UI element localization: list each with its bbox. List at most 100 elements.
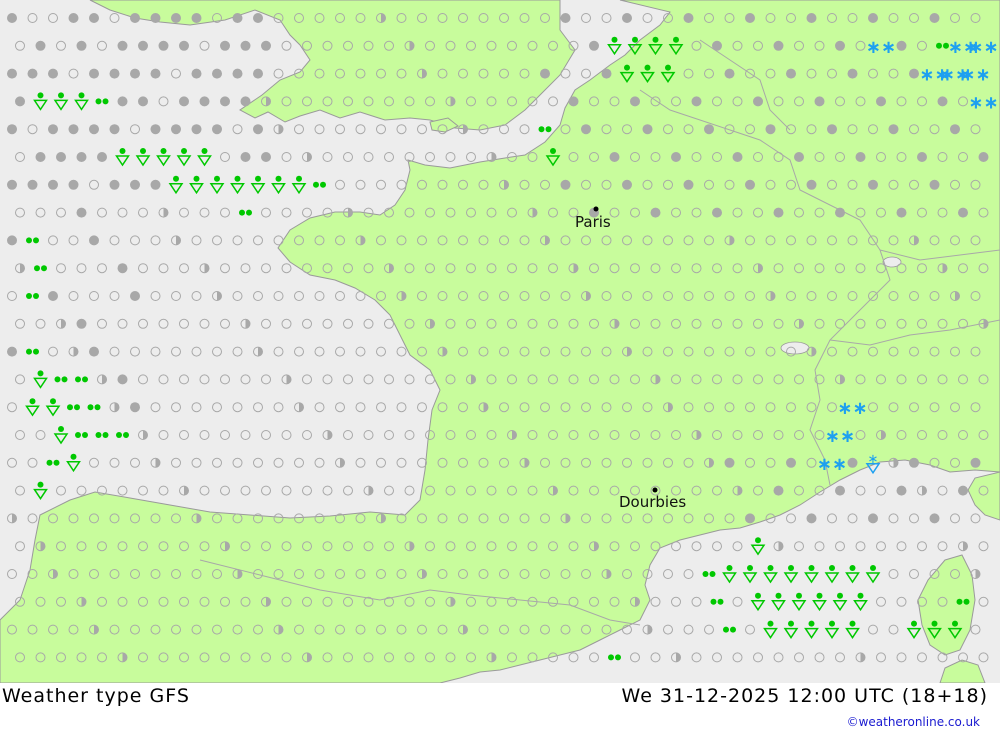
- overcast-icon: [909, 68, 919, 79]
- overcast-icon: [630, 96, 640, 107]
- overcast-icon: [745, 13, 755, 23]
- overcast-icon: [7, 235, 17, 246]
- overcast-icon: [199, 96, 210, 107]
- overcast-icon: [261, 152, 271, 162]
- overcast-icon: [601, 68, 612, 79]
- overcast-icon: [589, 40, 599, 51]
- overcast-icon: [896, 485, 907, 496]
- overcast-icon: [7, 68, 17, 79]
- city-dot-dourbies: [652, 487, 658, 493]
- overcast-icon: [773, 485, 784, 496]
- credit-link[interactable]: ©weatheronline.co.uk: [847, 715, 980, 729]
- overcast-icon: [691, 96, 702, 107]
- snow-icon: ∗∗: [866, 37, 896, 58]
- overcast-icon: [683, 179, 694, 190]
- overcast-icon: [929, 13, 940, 23]
- overcast-icon: [847, 68, 858, 79]
- snow-icon: ∗∗: [825, 426, 855, 447]
- overcast-icon: [958, 485, 968, 496]
- overcast-icon: [150, 68, 161, 79]
- overcast-icon: [212, 124, 222, 135]
- overcast-icon: [117, 40, 128, 51]
- snow-icon: ∗∗: [968, 92, 998, 113]
- overcast-icon: [138, 40, 148, 51]
- overcast-icon: [868, 179, 878, 190]
- overcast-icon: [794, 152, 804, 162]
- overcast-icon: [76, 152, 87, 162]
- overcast-icon: [929, 513, 940, 524]
- overcast-icon: [27, 68, 38, 79]
- overcast-icon: [806, 13, 817, 23]
- overcast-icon: [89, 346, 99, 357]
- overcast-icon: [56, 152, 66, 162]
- overcast-icon: [109, 68, 120, 79]
- overcast-icon: [212, 68, 222, 79]
- overcast-icon: [240, 96, 251, 107]
- overcast-icon: [171, 13, 181, 23]
- overcast-icon: [876, 96, 886, 107]
- overcast-icon: [158, 40, 169, 51]
- overcast-icon: [581, 124, 591, 135]
- overcast-icon: [48, 68, 58, 79]
- overcast-icon: [89, 68, 99, 79]
- overcast-icon: [130, 179, 140, 190]
- overcast-icon: [35, 152, 46, 162]
- overcast-icon: [150, 124, 161, 135]
- overcast-icon: [89, 124, 99, 135]
- overcast-icon: [650, 207, 661, 218]
- overcast-icon: [835, 485, 845, 496]
- overcast-icon: [130, 291, 140, 301]
- overcast-icon: [253, 13, 263, 23]
- overcast-icon: [568, 96, 579, 107]
- overcast-icon: [937, 96, 948, 107]
- overcast-icon: [48, 124, 58, 135]
- overcast-icon: [765, 124, 776, 135]
- overcast-icon: [171, 124, 181, 135]
- overcast-icon: [76, 207, 87, 218]
- overcast-icon: [48, 179, 58, 190]
- overcast-icon: [240, 152, 251, 162]
- overcast-icon: [7, 13, 17, 23]
- map-footer: Weather type GFS We 31-12-2025 12:00 UTC…: [0, 683, 1000, 733]
- overcast-icon: [261, 40, 271, 51]
- map-title: Weather type GFS: [2, 685, 190, 707]
- overcast-icon: [671, 152, 681, 162]
- overcast-icon: [109, 179, 120, 190]
- overcast-icon: [220, 96, 230, 107]
- overcast-icon: [806, 179, 817, 190]
- overcast-icon: [753, 96, 763, 107]
- valid-time: We 31-12-2025 12:00 UTC (18+18): [621, 685, 988, 707]
- overcast-icon: [958, 207, 968, 218]
- overcast-icon: [130, 402, 140, 413]
- overcast-icon: [868, 513, 878, 524]
- overcast-icon: [683, 13, 694, 23]
- overcast-icon: [560, 179, 571, 190]
- overcast-icon: [7, 346, 17, 357]
- overcast-icon: [622, 179, 632, 190]
- overcast-icon: [138, 96, 148, 107]
- overcast-icon: [253, 124, 263, 135]
- overcast-icon: [835, 40, 845, 51]
- overcast-icon: [27, 179, 38, 190]
- overcast-icon: [745, 513, 755, 524]
- city-label-paris: Paris: [575, 213, 611, 231]
- overcast-icon: [7, 179, 17, 190]
- overcast-icon: [855, 152, 866, 162]
- overcast-icon: [117, 374, 128, 385]
- overcast-icon: [745, 179, 755, 190]
- overcast-icon: [179, 96, 189, 107]
- overcast-icon: [540, 68, 550, 79]
- overcast-icon: [724, 457, 735, 468]
- overcast-icon: [7, 124, 17, 135]
- overcast-icon: [622, 13, 632, 23]
- overcast-icon: [712, 207, 722, 218]
- overcast-icon: [232, 68, 243, 79]
- overcast-icon: [97, 152, 107, 162]
- overcast-icon: [253, 68, 263, 79]
- overcast-icon: [827, 124, 837, 135]
- overcast-icon: [732, 152, 743, 162]
- overcast-icon: [814, 96, 825, 107]
- overcast-icon: [89, 13, 99, 23]
- overcast-icon: [191, 13, 202, 23]
- overcast-icon: [150, 13, 161, 23]
